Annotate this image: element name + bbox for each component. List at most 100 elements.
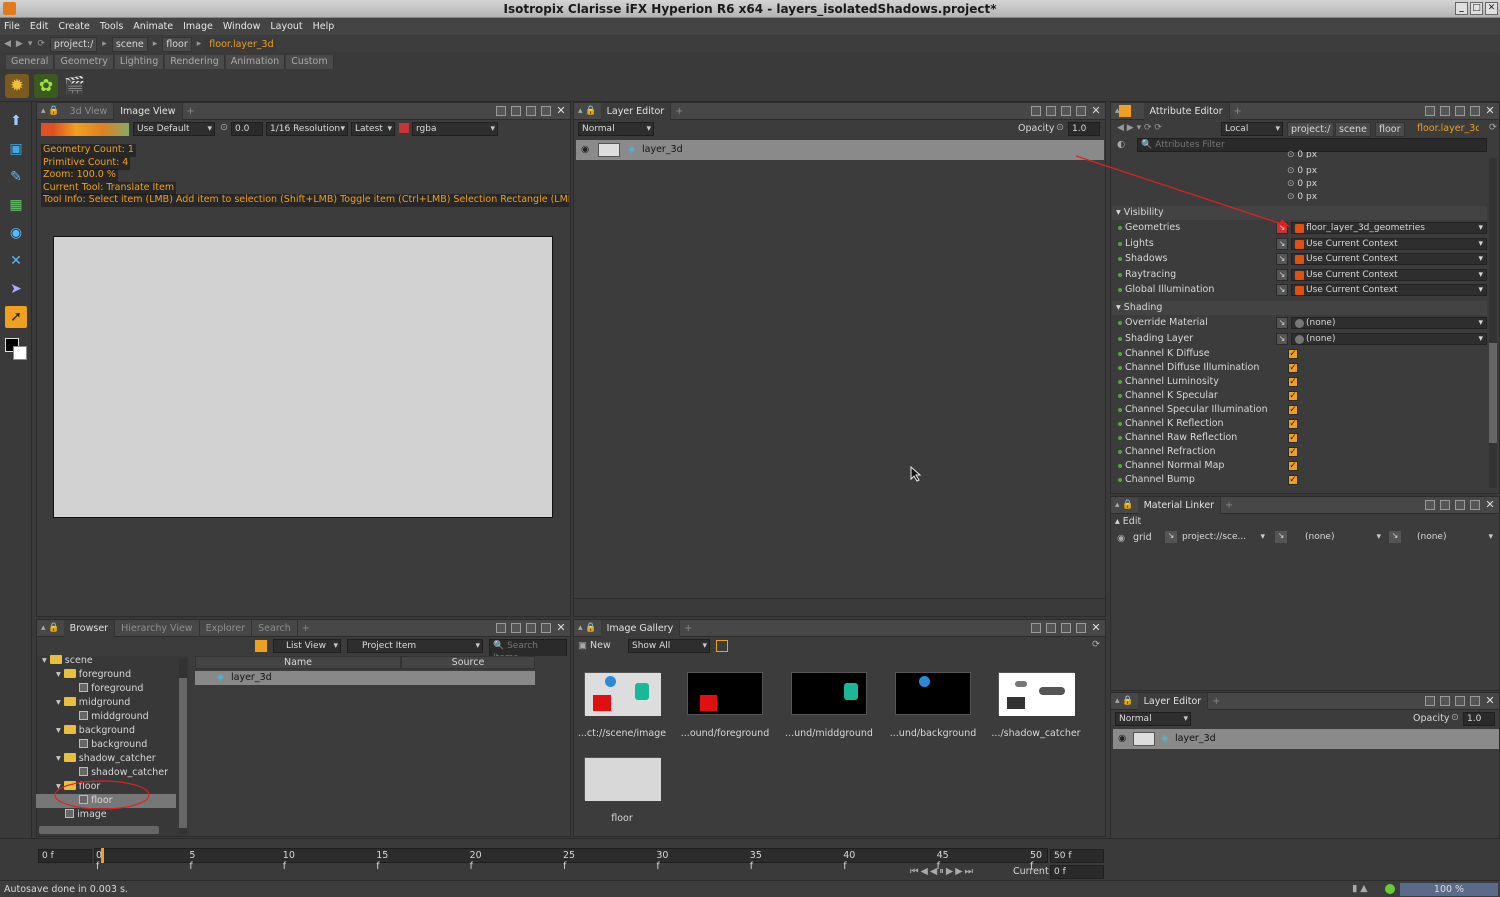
resolution-dropdown[interactable]: 1/16 Resolution (266, 122, 348, 136)
split-v-icon[interactable] (1440, 106, 1450, 116)
viewport-toolbar-icons[interactable] (41, 123, 129, 136)
float-panel-icon[interactable] (1076, 106, 1086, 116)
close-panel-icon[interactable]: ✕ (556, 622, 566, 633)
tree-hscrollbar[interactable] (39, 826, 159, 834)
attr-breadcrumb-floor[interactable]: floor (1375, 122, 1405, 137)
linker-material-dropdown[interactable]: project://sce... (1179, 531, 1267, 543)
gi-dropdown[interactable]: Use Current Context (1291, 284, 1487, 296)
panel-menu-icon[interactable]: ▴ 🔒 (37, 106, 64, 116)
link-icon[interactable]: ↘ (1389, 531, 1401, 543)
close-panel-icon[interactable]: ✕ (1485, 695, 1495, 706)
shelf-tab-animation[interactable]: Animation (225, 55, 286, 69)
menu-window[interactable]: Window (223, 21, 260, 32)
link-icon[interactable]: ↘ (1165, 531, 1177, 543)
shelf-tab-lighting[interactable]: Lighting (114, 55, 165, 69)
visibility-eye-icon[interactable]: ◉ (1118, 733, 1126, 744)
camera-icon[interactable]: ◉ (5, 222, 27, 244)
add-tab-icon[interactable]: + (680, 623, 696, 634)
maximize-panel-icon[interactable] (1061, 106, 1071, 116)
gallery-thumbnail[interactable] (998, 672, 1075, 716)
add-tab-icon[interactable]: + (298, 623, 314, 634)
close-panel-icon[interactable]: ✕ (1091, 105, 1101, 116)
table-row[interactable]: ◈ layer_3d (195, 671, 535, 685)
split-h-icon[interactable] (496, 623, 506, 633)
menu-edit[interactable]: Edit (30, 21, 48, 32)
tree-item[interactable]: middground (36, 710, 176, 724)
attr-breadcrumb-project[interactable]: project:/ (1287, 122, 1335, 137)
pointer-icon[interactable]: ⬆ (5, 110, 27, 132)
gear-icon[interactable]: ✹ (5, 74, 29, 98)
checkbox[interactable]: ✓ (1288, 461, 1298, 471)
minimize-button[interactable]: _ (1455, 2, 1468, 15)
attr-scrollbar[interactable] (1489, 158, 1497, 488)
shading-section[interactable]: ▾ Shading (1112, 301, 1487, 315)
maximize-panel-icon[interactable] (1455, 500, 1465, 510)
override-material-dropdown[interactable]: (none) (1291, 317, 1487, 329)
checkbox[interactable]: ✓ (1288, 475, 1298, 485)
back-icon[interactable]: ◀ (4, 39, 11, 49)
linker-col2-dropdown[interactable]: (none) (1291, 531, 1383, 543)
refresh-icon[interactable]: ⟳ (1489, 122, 1497, 133)
float-panel-icon[interactable] (1470, 696, 1480, 706)
timeline-start-field[interactable]: 0 f (38, 849, 92, 863)
add-tab-icon[interactable]: + (671, 106, 687, 117)
channel-dropdown[interactable]: rgba (412, 122, 498, 136)
eyedropper-icon[interactable]: ✎ (5, 166, 27, 188)
opacity-lock-icon[interactable]: ⊙ (1056, 122, 1064, 133)
opacity-field-2[interactable]: 1.0 (1463, 712, 1495, 726)
checkbox[interactable]: ✓ (1288, 433, 1298, 443)
tab-search[interactable]: Search (252, 619, 298, 637)
maximize-panel-icon[interactable] (1061, 623, 1071, 633)
new-button[interactable]: ▣ New (578, 640, 611, 651)
attr-breadcrumb-current[interactable]: floor.layer_3d (1417, 123, 1479, 134)
add-tab-icon[interactable]: + (1221, 500, 1237, 511)
linker-col3-dropdown[interactable]: (none) (1403, 531, 1495, 543)
visibility-eye-icon[interactable]: ◉ (1117, 533, 1125, 544)
gallery-thumbnail[interactable] (791, 672, 867, 715)
link-icon[interactable]: ↘ (1276, 253, 1288, 265)
close-panel-icon[interactable]: ✕ (1091, 622, 1101, 633)
split-h-icon[interactable] (1425, 106, 1435, 116)
split-h-icon[interactable] (1425, 500, 1435, 510)
gallery-thumbnail[interactable] (687, 672, 763, 715)
blend-mode-dropdown[interactable]: Normal (578, 122, 654, 136)
current-frame-field[interactable]: 0 f (1050, 865, 1104, 879)
split-h-icon[interactable] (1031, 623, 1041, 633)
link-icon[interactable]: ↘ (1276, 317, 1288, 329)
add-tab-icon[interactable]: + (1230, 106, 1246, 117)
filter-dropdown[interactable]: Project Item (347, 639, 483, 653)
menu-tools[interactable]: Tools (100, 21, 123, 32)
breadcrumb-floor[interactable]: floor (162, 36, 192, 52)
tree-item[interactable]: foreground (36, 682, 176, 696)
translate-icon[interactable]: ➚ (5, 306, 27, 328)
tab-layer-editor[interactable]: Layer Editor (600, 102, 672, 120)
split-v-icon[interactable] (511, 623, 521, 633)
lock-icon[interactable] (1119, 105, 1131, 117)
breadcrumb-scene[interactable]: scene (111, 36, 148, 52)
shelf-tab-general[interactable]: General (6, 55, 55, 69)
refresh-icon[interactable]: ⟳ (1092, 639, 1100, 650)
timeline-end-field[interactable]: 50 f (1050, 849, 1104, 863)
tab-3d-view[interactable]: 3d View (64, 102, 115, 120)
display-dropdown[interactable]: Use Default (133, 122, 215, 136)
menu-create[interactable]: Create (58, 21, 90, 32)
scale-icon[interactable]: ✕ (5, 250, 27, 272)
menu-file[interactable]: File (4, 21, 20, 32)
maple-leaf-icon[interactable]: ✿ (34, 74, 58, 98)
select-icon[interactable]: ➤ (5, 278, 27, 300)
float-panel-icon[interactable] (1470, 106, 1480, 116)
gallery-option-icon[interactable] (716, 640, 728, 652)
float-panel-icon[interactable] (541, 623, 551, 633)
float-panel-icon[interactable] (1470, 500, 1480, 510)
tab-browser[interactable]: Browser (63, 619, 116, 637)
panel-menu-icon[interactable]: ▴ 🔒 (574, 106, 601, 116)
shelf-tab-geometry[interactable]: Geometry (55, 55, 114, 69)
render-mode-dropdown[interactable]: Latest (351, 122, 395, 136)
tree-item[interactable]: ▾ scene (36, 654, 176, 668)
clapperboard-icon[interactable]: 🎬 (63, 74, 87, 98)
exposure-field[interactable]: 0.0 (231, 122, 263, 136)
lights-dropdown[interactable]: Use Current Context (1291, 238, 1487, 250)
tree-item[interactable]: ▾ foreground (36, 668, 176, 682)
opacity-lock-icon[interactable]: ⊙ (1451, 712, 1459, 723)
tree-item[interactable]: ▾ background (36, 724, 176, 738)
